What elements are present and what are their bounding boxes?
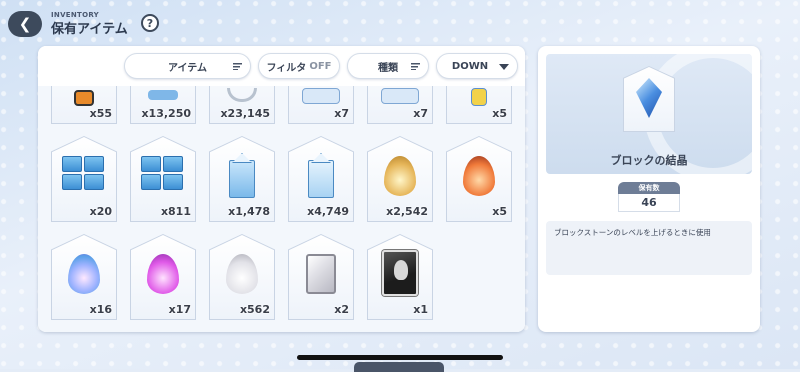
box-stack-icon bbox=[62, 156, 106, 192]
item-count: x20 bbox=[89, 205, 112, 218]
sort-icon bbox=[233, 63, 242, 70]
sort-icon bbox=[411, 63, 420, 70]
item-icon bbox=[471, 88, 487, 106]
item-slot[interactable]: x1 bbox=[367, 234, 433, 320]
quantity-value: 46 bbox=[618, 194, 680, 212]
milk-carton-icon bbox=[229, 160, 255, 198]
item-count: x811 bbox=[160, 205, 191, 218]
header: ❮ INVENTORY 保有アイテム bbox=[8, 8, 158, 40]
back-button[interactable]: ❮ bbox=[8, 11, 42, 37]
ticket-icon bbox=[74, 90, 94, 106]
title-wrap: INVENTORY 保有アイテム bbox=[51, 11, 128, 37]
bottom-tab[interactable] bbox=[354, 362, 444, 372]
item-slot[interactable]: x1,478 bbox=[209, 136, 275, 222]
item-description: ブロックストーンのレベルを上げるときに使用 bbox=[546, 221, 752, 275]
category-label: アイテム bbox=[168, 62, 207, 74]
box-stack-icon bbox=[141, 156, 185, 192]
item-slot[interactable]: x2 bbox=[288, 234, 354, 320]
item-count: x23,145 bbox=[220, 107, 270, 120]
item-count: x55 bbox=[89, 107, 112, 120]
inventory-panel: アイテム フィルタ OFF 種類 DOWN x55 x13,250 x23,14… bbox=[38, 46, 525, 332]
category-dropdown[interactable]: アイテム bbox=[124, 53, 251, 79]
chevron-left-icon: ❮ bbox=[18, 15, 32, 33]
item-slot[interactable]: x811 bbox=[130, 136, 196, 222]
sort-type-dropdown[interactable]: 種類 bbox=[347, 53, 429, 79]
sort-type-label: 種類 bbox=[378, 62, 398, 74]
detail-header: ブロックの結晶 bbox=[546, 54, 752, 174]
item-count: x562 bbox=[239, 303, 270, 316]
item-count: x1 bbox=[413, 303, 428, 316]
item-count: x5 bbox=[492, 205, 507, 218]
filter-state: OFF bbox=[309, 60, 332, 72]
help-button[interactable]: ? bbox=[141, 14, 159, 32]
home-indicator[interactable] bbox=[297, 355, 503, 360]
order-label: DOWN bbox=[451, 60, 489, 72]
item-count: x1,478 bbox=[228, 205, 270, 218]
item-slot[interactable]: x16 bbox=[51, 234, 117, 320]
card-icon bbox=[382, 250, 418, 296]
item-slot[interactable]: x17 bbox=[130, 234, 196, 320]
item-slot[interactable]: x2,542 bbox=[367, 136, 433, 222]
red-drop-icon bbox=[463, 156, 495, 196]
item-name: ブロックの結晶 bbox=[610, 154, 688, 167]
item-grid: x55 x13,250 x23,145 x7 x7 x5 x20 x811 x1… bbox=[38, 46, 525, 332]
white-drop-icon bbox=[226, 254, 258, 294]
item-count: x2 bbox=[334, 303, 349, 316]
order-dropdown[interactable]: DOWN bbox=[436, 53, 518, 79]
ticket-icon bbox=[302, 88, 340, 104]
item-count: x5 bbox=[492, 107, 507, 120]
white-gem-icon bbox=[306, 254, 336, 294]
blue-drop-icon bbox=[68, 254, 100, 294]
purple-drop-icon bbox=[147, 254, 179, 294]
item-count: x16 bbox=[89, 303, 112, 316]
ticket-icon bbox=[381, 88, 419, 104]
item-count: x13,250 bbox=[141, 107, 191, 120]
chevron-down-icon bbox=[499, 64, 509, 70]
selected-item-slot bbox=[623, 66, 675, 132]
quantity-label: 保有数 bbox=[618, 182, 680, 194]
item-count: x4,749 bbox=[307, 205, 349, 218]
filter-button[interactable]: フィルタ OFF bbox=[258, 53, 340, 79]
gold-drop-icon bbox=[384, 156, 416, 196]
page-title: 保有アイテム bbox=[51, 22, 128, 37]
item-slot[interactable]: x4,749 bbox=[288, 136, 354, 222]
coin-icon bbox=[227, 88, 257, 102]
item-count: x7 bbox=[334, 107, 349, 120]
juice-carton-icon bbox=[308, 160, 334, 198]
item-count: x2,542 bbox=[386, 205, 428, 218]
filter-bar: アイテム フィルタ OFF 種類 DOWN bbox=[38, 46, 525, 86]
item-slot[interactable]: x562 bbox=[209, 234, 275, 320]
item-detail-panel: ブロックの結晶 保有数 46 ブロックストーンのレベルを上げるときに使用 bbox=[538, 46, 760, 332]
item-icon bbox=[148, 90, 178, 100]
item-slot[interactable]: x20 bbox=[51, 136, 117, 222]
filter-label: フィルタ bbox=[266, 62, 307, 74]
item-count: x7 bbox=[413, 107, 428, 120]
item-slot[interactable]: x5 bbox=[446, 136, 512, 222]
item-count: x17 bbox=[168, 303, 191, 316]
